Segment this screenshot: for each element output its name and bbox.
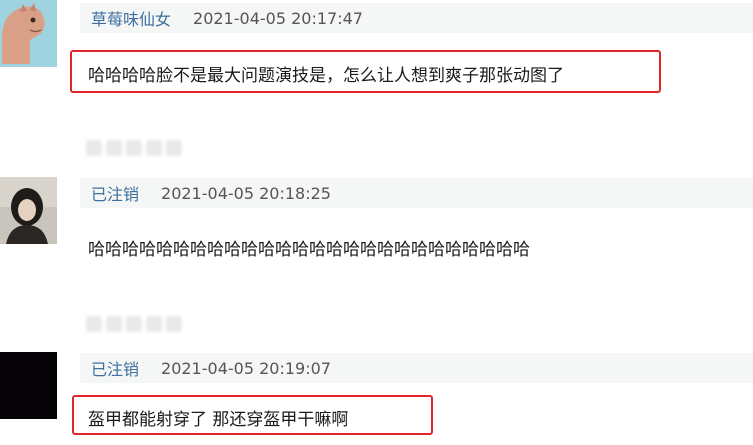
dinosaur-icon (0, 0, 57, 67)
comment-timestamp: 2021-04-05 20:18:25 (161, 183, 331, 203)
comment-meta-2: 已注销 2021-04-05 20:18:25 (80, 178, 753, 208)
comment-username[interactable]: 已注销 (91, 356, 139, 380)
comment-username[interactable]: 已注销 (91, 181, 139, 205)
user-avatar-photo[interactable] (0, 177, 57, 244)
comment-meta-3: 已注销 2021-04-05 20:19:07 (80, 353, 753, 383)
user-avatar-dinosaur[interactable] (0, 0, 57, 67)
person-photo-icon (0, 177, 57, 244)
blurred-content (84, 137, 200, 159)
comment-username[interactable]: 草莓味仙女 (91, 6, 171, 30)
comment-timestamp: 2021-04-05 20:17:47 (193, 8, 363, 28)
dark-avatar-icon (0, 352, 57, 419)
comment-meta-1: 草莓味仙女 2021-04-05 20:17:47 (80, 3, 753, 33)
comment-text: 哈哈哈哈哈哈哈哈哈哈哈哈哈哈哈哈哈哈哈哈哈哈哈哈哈哈 (88, 240, 530, 260)
comment-timestamp: 2021-04-05 20:19:07 (161, 358, 331, 378)
comment-text: 哈哈哈哈脸不是最大问题演技是，怎么让人想到爽子那张动图了 (88, 66, 564, 86)
blurred-content (84, 313, 200, 335)
comment-text: 盔甲都能射穿了 那还穿盔甲干嘛啊 (88, 410, 349, 430)
user-avatar-dark[interactable] (0, 352, 57, 419)
